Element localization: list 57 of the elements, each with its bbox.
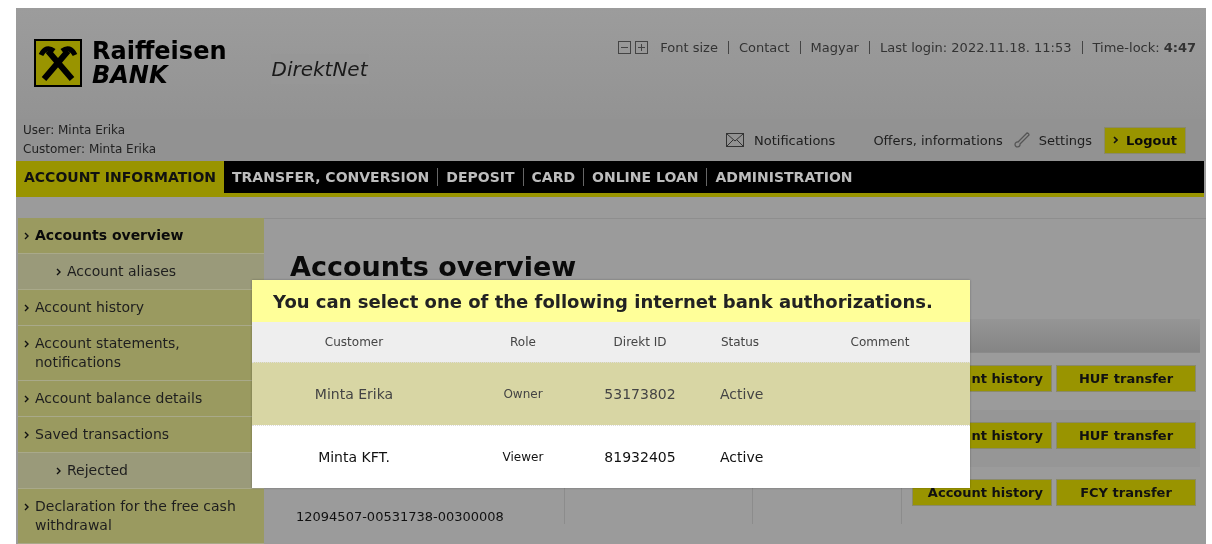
table-cell-text: Minta KFT. [317, 447, 391, 467]
envelope-icon [726, 133, 744, 148]
nav-tab[interactable]: TRANSFER, CONVERSION [224, 161, 438, 193]
table-cell-text: 81932405 [603, 447, 677, 467]
header-link[interactable]: Magyar [810, 38, 859, 58]
authorization-row[interactable]: Minta KFT. Viewer 81932405 Active [252, 425, 970, 488]
nav-tab[interactable]: ACCOUNT INFORMATION [16, 161, 225, 193]
logo-emblem-icon [34, 39, 82, 87]
chevron-icon [24, 340, 29, 348]
sidebar-item[interactable]: Declaration for the free cash withdrawal [18, 489, 264, 544]
time-lock-value: 4:47 [1163, 39, 1196, 57]
table-cell-text: 53173802 [603, 384, 677, 404]
bank-logo[interactable]: Raiffeisen BANK [34, 39, 227, 87]
user-info-text: Customer: Minta Erika [23, 141, 157, 159]
table-cell-text: Owner [502, 386, 544, 403]
sidebar-item[interactable]: Accounts overview [18, 218, 264, 254]
notifications-link[interactable]: Notifications [754, 130, 836, 151]
chevron-icon [24, 431, 29, 439]
table-cell-text: Active [719, 384, 765, 404]
nav-tab[interactable]: CARD [523, 161, 584, 193]
time-lock-label: Time-lock: [1092, 39, 1160, 57]
sidebar-item[interactable]: Rejected [18, 453, 264, 489]
table-cell-text: Minta Erika [313, 384, 395, 404]
column-header: Status [719, 334, 761, 351]
table-cell-text: Viewer [501, 449, 545, 466]
wrench-icon [1012, 131, 1031, 150]
column-header: Direkt ID [612, 334, 668, 351]
chevron-icon [24, 232, 29, 240]
chevron-icon [1113, 136, 1119, 145]
account-action-button[interactable]: HUF transfer [1056, 365, 1196, 392]
logout-button[interactable]: Logout [1104, 126, 1186, 154]
header-link[interactable]: Contact [738, 38, 790, 58]
sidebar-item[interactable]: Account aliases [18, 254, 264, 290]
offers-link[interactable]: Offers, informations [873, 130, 1003, 151]
chevron-icon [24, 304, 29, 312]
column-header: Role [509, 334, 537, 351]
column-header: Comment [849, 334, 911, 351]
chevron-icon [56, 268, 61, 276]
chevron-icon [24, 503, 29, 511]
account-action-button[interactable]: FCY transfer [1056, 479, 1196, 506]
user-info-text: User: Minta Erika [23, 122, 127, 140]
font-size-buttons-icon[interactable] [618, 41, 651, 55]
account-action-button[interactable]: HUF transfer [1056, 422, 1196, 449]
account-number: 12094507-00531738-00300008 [296, 509, 504, 524]
column-header: Customer [323, 334, 385, 351]
chevron-icon [56, 467, 61, 475]
nav-tab[interactable]: ADMINISTRATION [707, 161, 861, 193]
nav-tab[interactable]: ONLINE LOAN [584, 161, 707, 193]
authorization-row[interactable]: Minta Erika Owner 53173802 Active [252, 362, 970, 425]
header-link[interactable]: Last login: 2022.11.18. 11:53 [879, 38, 1072, 58]
settings-link[interactable]: Settings [1038, 130, 1093, 151]
page-title: Accounts overview [290, 251, 578, 283]
dialog-title: You can select one of the following internet bank authorizations. [273, 289, 933, 314]
nav-tab[interactable]: DEPOSIT [438, 161, 523, 193]
table-cell-text: Active [719, 447, 765, 467]
header-link[interactable]: Font size [660, 38, 718, 58]
chevron-icon [24, 395, 29, 403]
